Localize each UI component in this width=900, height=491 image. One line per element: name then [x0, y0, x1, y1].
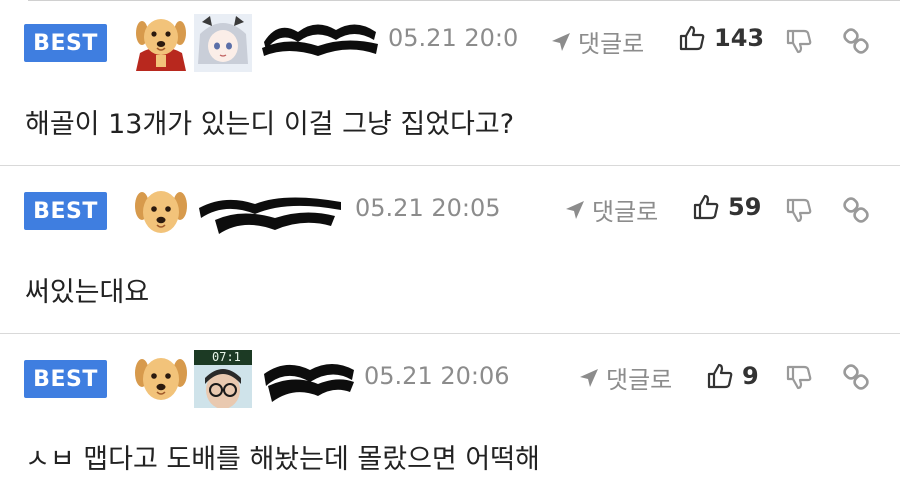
thumbs-down-icon[interactable]: [785, 27, 813, 55]
thumbs-up-icon: [693, 194, 719, 220]
best-badge: BEST: [24, 192, 107, 230]
comment-date: 05.21 20:06: [364, 362, 510, 390]
reply-label: 댓글로: [578, 30, 645, 58]
thumbs-up-icon: [679, 25, 705, 51]
comment-date: 05.21 20:05: [355, 194, 501, 222]
divider: [0, 165, 900, 166]
link-icon[interactable]: [842, 27, 870, 55]
cape-dog-avatar-icon[interactable]: [132, 13, 190, 71]
link-icon[interactable]: [842, 196, 870, 224]
comment-date: 05.21 20:0: [388, 24, 519, 52]
glasses-person-avatar-icon[interactable]: 07:1: [194, 350, 252, 409]
reply-arrow-icon: [552, 32, 570, 51]
comment-text: 써있는대요: [25, 277, 150, 308]
best-badge: BEST: [24, 360, 107, 398]
reply-arrow-icon: [566, 200, 584, 219]
reply-label: 댓글로: [592, 198, 659, 226]
dog-avatar-icon[interactable]: [132, 351, 190, 409]
best-badge: BEST: [24, 24, 107, 62]
like-count: 9: [742, 362, 759, 390]
redacted-username: [264, 364, 354, 402]
like-count: 59: [728, 193, 762, 221]
redacted-username: [262, 24, 378, 56]
reply-button[interactable]: 댓글로: [578, 360, 672, 395]
reply-button[interactable]: 댓글로: [550, 24, 644, 59]
link-icon[interactable]: [842, 363, 870, 391]
like-button[interactable]: 143: [678, 24, 764, 52]
thumbs-down-icon[interactable]: [785, 363, 813, 391]
redacted-username: [199, 197, 341, 234]
reply-arrow-icon: [580, 368, 598, 387]
comment-text: 해골이 13개가 있는디 이걸 그냥 집었다고?: [25, 109, 515, 140]
avatar-overlay-text: 07:1: [212, 350, 241, 364]
dog-avatar-icon[interactable]: [132, 184, 190, 242]
like-count: 143: [714, 24, 765, 52]
like-button[interactable]: 59: [692, 193, 761, 221]
divider: [0, 333, 900, 334]
thumbs-up-icon: [707, 363, 733, 389]
top-divider: [28, 0, 900, 1]
comment-text: ㅅㅂ 맵다고 도배를 해놨는데 몰랐으면 어떡해: [25, 444, 540, 475]
like-button[interactable]: 9: [706, 362, 759, 390]
reply-button[interactable]: 댓글로: [564, 192, 658, 227]
anime-avatar-icon[interactable]: [194, 14, 252, 72]
reply-label: 댓글로: [606, 366, 673, 394]
thumbs-down-icon[interactable]: [785, 196, 813, 224]
